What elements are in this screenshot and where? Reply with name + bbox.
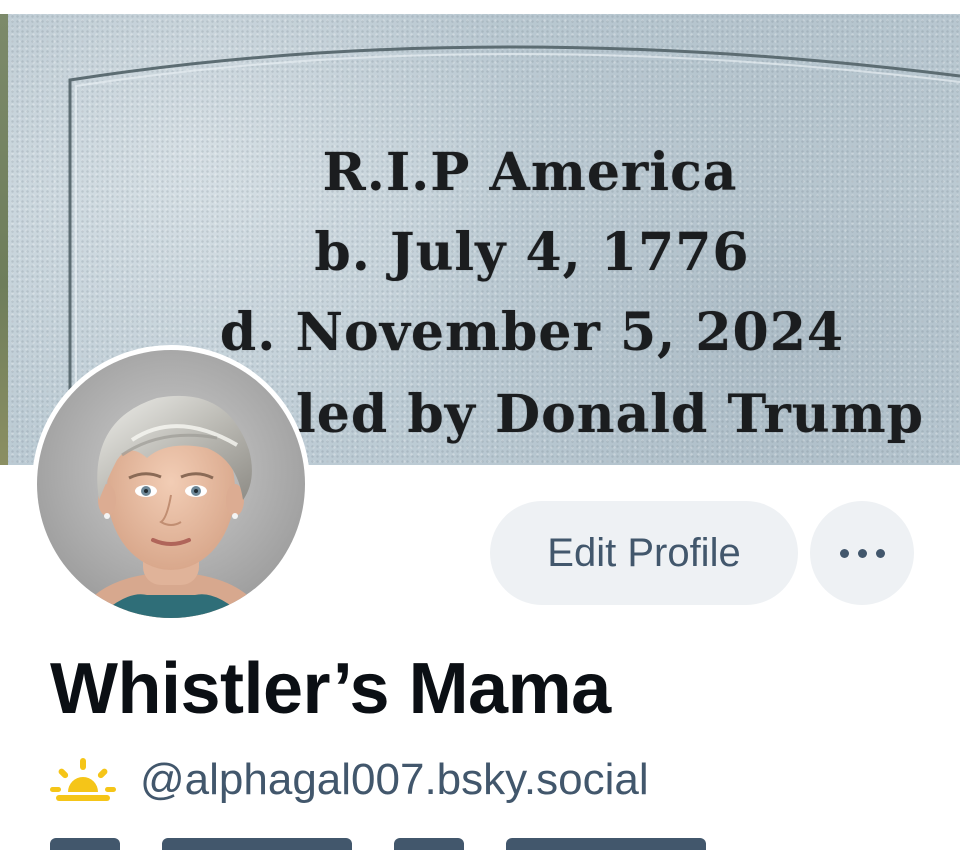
ellipsis-icon: [857, 548, 867, 558]
ellipsis-icon: [875, 548, 885, 558]
profile-stats-partial: [50, 838, 710, 850]
display-name: Whistler’s Mama: [50, 649, 611, 729]
sun-horizon-icon: [50, 758, 116, 801]
avatar[interactable]: [32, 345, 310, 623]
edit-profile-button[interactable]: Edit Profile: [490, 501, 798, 605]
handle-row: @alphagal007.bsky.social: [50, 752, 649, 808]
more-options-button[interactable]: [810, 501, 914, 605]
handle-text[interactable]: @alphagal007.bsky.social: [140, 755, 649, 805]
ellipsis-icon: [839, 548, 849, 558]
avatar-portrait: [37, 350, 305, 618]
epitaph-line: R.I.P America: [322, 142, 738, 203]
epitaph-line: b. July 4, 1776: [314, 222, 750, 283]
